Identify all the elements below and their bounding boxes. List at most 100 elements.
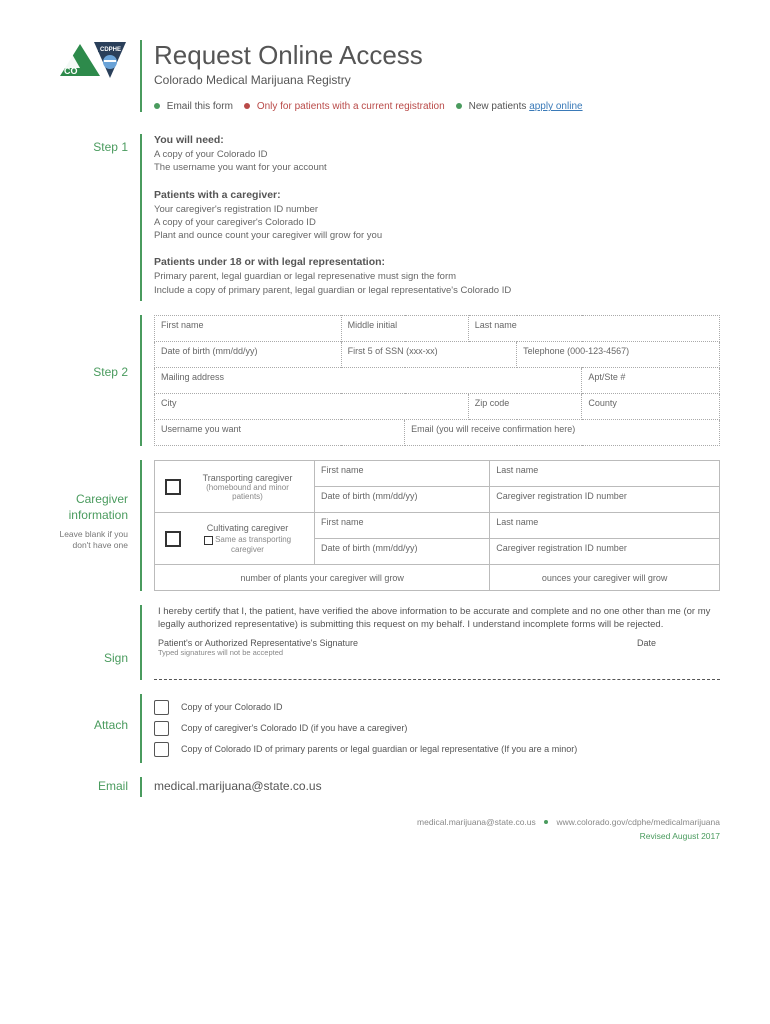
transporting-first-name-field[interactable]: First name — [315, 461, 490, 487]
transporting-regid-field[interactable]: Caregiver registration ID number — [490, 487, 720, 513]
transporting-sub: (homebound and minor patients) — [191, 483, 304, 501]
cultivating-checkbox[interactable] — [165, 531, 181, 547]
vertical-divider — [140, 315, 142, 446]
under18-heading: Patients under 18 or with legal represen… — [154, 256, 720, 268]
page-title: Request Online Access — [154, 40, 720, 71]
sign-label: Sign — [50, 651, 128, 665]
svg-text:CDPHE: CDPHE — [100, 47, 121, 53]
email-field[interactable]: Email (you will receive confirmation her… — [405, 420, 720, 446]
step1-label: Step 1 — [50, 140, 128, 154]
attach-item-label: Copy of your Colorado ID — [181, 702, 283, 712]
cultivating-regid-field[interactable]: Caregiver registration ID number — [490, 539, 720, 565]
caregiver-line: Your caregiver's registration ID number — [154, 203, 720, 216]
step1-label-col: Step 1 — [50, 134, 140, 301]
zip-field[interactable]: Zip code — [468, 394, 582, 420]
vertical-divider — [140, 134, 142, 301]
need-line: The username you want for your account — [154, 161, 720, 174]
form-page: CDPHE CO Request Online Access Colorado … — [50, 40, 720, 841]
footer-url: www.colorado.gov/cdphe/medicalmarijuana — [557, 817, 720, 827]
step1-section: Step 1 You will need: A copy of your Col… — [50, 134, 720, 301]
caregiver-block: Patients with a caregiver: Your caregive… — [154, 189, 720, 243]
under18-block: Patients under 18 or with legal represen… — [154, 256, 720, 297]
apply-online-link[interactable]: apply online — [529, 101, 582, 112]
page-subtitle: Colorado Medical Marijuana Registry — [154, 73, 720, 87]
attach-item-label: Copy of caregiver's Colorado ID (if you … — [181, 723, 407, 733]
attach-label: Attach — [50, 718, 128, 732]
phone-field[interactable]: Telephone (000-123-4567) — [517, 342, 720, 368]
attach-item: Copy of Colorado ID of primary parents o… — [154, 742, 720, 757]
bullet-email-form: Email this form — [167, 101, 233, 112]
step2-label-col: Step 2 — [50, 315, 140, 446]
cultivating-caregiver-cell: Cultivating caregiver Same as transporti… — [155, 513, 315, 565]
attach-label-col: Attach — [50, 694, 140, 763]
dob-field[interactable]: Date of birth (mm/dd/yy) — [155, 342, 342, 368]
header-bullets: Email this form Only for patients with a… — [154, 101, 720, 112]
under18-line: Include a copy of primary parent, legal … — [154, 284, 720, 297]
county-field[interactable]: County — [582, 394, 720, 420]
bullet-dot-icon — [154, 103, 160, 109]
vertical-divider — [140, 40, 142, 112]
logo-column: CDPHE CO — [50, 40, 140, 92]
last-name-field[interactable]: Last name — [468, 316, 719, 342]
caregiver-sublabel: Leave blank if you don't have one — [50, 529, 128, 551]
caregiver-section: Caregiver information Leave blank if you… — [50, 460, 720, 591]
caregiver-line: Plant and ounce count your caregiver wil… — [154, 229, 720, 242]
cultivating-title: Cultivating caregiver — [191, 523, 304, 533]
attach-section: Attach Copy of your Colorado ID Copy of … — [50, 694, 720, 763]
caregiver-content: Transporting caregiver (homebound and mi… — [154, 460, 720, 591]
middle-initial-field[interactable]: Middle initial — [341, 316, 468, 342]
username-field[interactable]: Username you want — [155, 420, 405, 446]
plants-field[interactable]: number of plants your caregiver will gro… — [155, 565, 490, 591]
email-content: medical.marijuana@state.co.us — [154, 777, 720, 797]
footer-email: medical.marijuana@state.co.us — [417, 817, 536, 827]
transporting-checkbox[interactable] — [165, 479, 181, 495]
vertical-divider — [140, 694, 142, 763]
step2-label: Step 2 — [50, 365, 128, 379]
email-label-col: Email — [50, 777, 140, 797]
attach-item: Copy of your Colorado ID — [154, 700, 720, 715]
vertical-divider — [140, 777, 142, 797]
attach-item-label: Copy of Colorado ID of primary parents o… — [181, 744, 577, 754]
same-as-label: Same as transporting caregiver — [215, 535, 291, 553]
sign-label-col: Sign — [50, 605, 140, 680]
attach-checkbox[interactable] — [154, 721, 169, 736]
caregiver-table: Transporting caregiver (homebound and mi… — [154, 460, 720, 591]
step1-content: You will need: A copy of your Colorado I… — [154, 134, 720, 301]
bullet-dot-icon — [456, 103, 462, 109]
attach-content: Copy of your Colorado ID Copy of caregiv… — [154, 694, 720, 763]
step2-content: First name Middle initial Last name Date… — [154, 315, 720, 446]
apt-field[interactable]: Apt/Ste # — [582, 368, 720, 394]
city-field[interactable]: City — [155, 394, 469, 420]
ounces-field[interactable]: ounces your caregiver will grow — [490, 565, 720, 591]
transporting-title: Transporting caregiver — [191, 473, 304, 483]
bullet-new-patients-prefix: New patients — [469, 101, 530, 112]
sign-section: Sign I hereby certify that I, the patien… — [50, 605, 720, 680]
attach-checkbox[interactable] — [154, 700, 169, 715]
email-section: Email medical.marijuana@state.co.us — [50, 777, 720, 797]
cultivating-last-name-field[interactable]: Last name — [490, 513, 720, 539]
cultivating-dob-field[interactable]: Date of birth (mm/dd/yy) — [315, 539, 490, 565]
signature-line[interactable] — [154, 679, 720, 680]
page-footer: medical.marijuana@state.co.us www.colora… — [50, 817, 720, 841]
under18-line: Primary parent, legal guardian or legal … — [154, 270, 720, 283]
attach-checkbox[interactable] — [154, 742, 169, 757]
ssn-field[interactable]: First 5 of SSN (xxx-xx) — [341, 342, 516, 368]
footer-dot-icon — [544, 820, 548, 824]
svg-text:CO: CO — [64, 66, 78, 76]
email-label: Email — [50, 779, 128, 793]
caregiver-line: A copy of your caregiver's Colorado ID — [154, 216, 720, 229]
transporting-dob-field[interactable]: Date of birth (mm/dd/yy) — [315, 487, 490, 513]
cdphe-logo-icon: CDPHE CO — [58, 40, 128, 92]
caregiver-label: Caregiver information — [50, 492, 128, 523]
first-name-field[interactable]: First name — [155, 316, 342, 342]
transporting-last-name-field[interactable]: Last name — [490, 461, 720, 487]
vertical-divider — [140, 460, 142, 591]
vertical-divider — [140, 605, 142, 680]
cultivating-first-name-field[interactable]: First name — [315, 513, 490, 539]
you-will-need-block: You will need: A copy of your Colorado I… — [154, 134, 720, 175]
mailing-address-field[interactable]: Mailing address — [155, 368, 582, 394]
same-as-checkbox[interactable] — [204, 536, 213, 545]
bullet-dot-icon — [244, 103, 250, 109]
date-label: Date — [637, 638, 656, 648]
signature-note: Typed signatures will not be accepted — [154, 648, 720, 657]
